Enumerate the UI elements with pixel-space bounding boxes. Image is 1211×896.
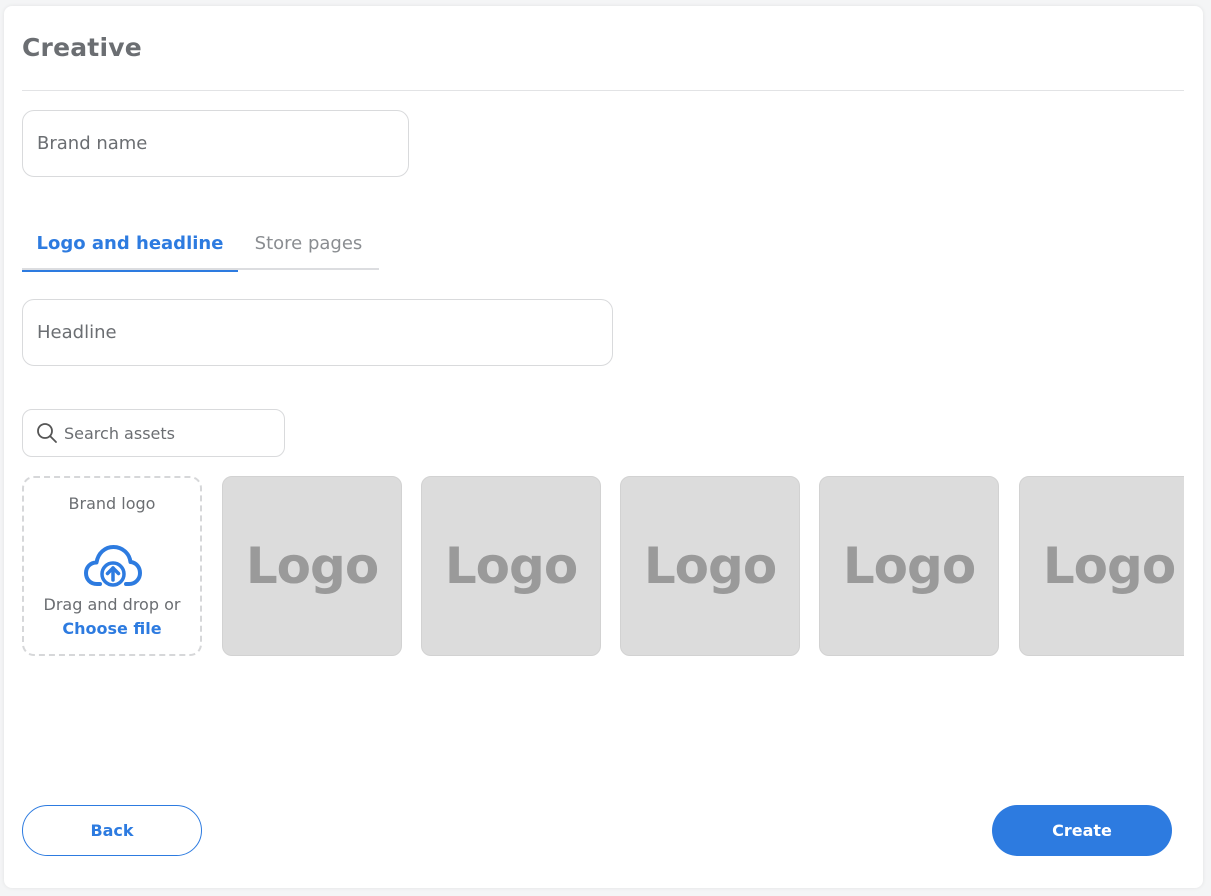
logo-placeholder-text: Logo	[1042, 537, 1176, 595]
search-assets-input[interactable]	[64, 423, 264, 443]
logo-placeholder-text: Logo	[444, 537, 578, 595]
search-icon	[37, 423, 57, 443]
logo-placeholder-text: Logo	[643, 537, 777, 595]
divider	[22, 90, 1184, 91]
creative-card: Creative Logo and headline Store pages B…	[4, 6, 1203, 888]
brand-name-input[interactable]	[23, 133, 408, 154]
logo-asset-tile[interactable]: Logo	[222, 476, 402, 656]
back-button[interactable]: Back	[22, 805, 202, 856]
headline-field[interactable]	[22, 299, 613, 366]
choose-file-link[interactable]: Choose file	[24, 619, 200, 638]
section-title: Creative	[22, 33, 142, 62]
upload-title: Brand logo	[68, 494, 156, 513]
logo-asset-tile[interactable]: Logo	[620, 476, 800, 656]
logo-asset-tile[interactable]: Logo	[1019, 476, 1184, 656]
create-button[interactable]: Create	[992, 805, 1172, 856]
brand-name-field[interactable]	[22, 110, 409, 177]
logo-asset-tile[interactable]: Logo	[819, 476, 999, 656]
headline-input[interactable]	[23, 322, 612, 343]
tab-store-pages[interactable]: Store pages	[238, 217, 379, 270]
tab-logo-and-headline[interactable]: Logo and headline	[22, 217, 238, 272]
drag-drop-text: Drag and drop or	[43, 595, 181, 614]
logo-asset-tile[interactable]: Logo	[421, 476, 601, 656]
logo-placeholder-text: Logo	[842, 537, 976, 595]
search-assets-box[interactable]	[22, 409, 285, 457]
logo-placeholder-text: Logo	[245, 537, 379, 595]
asset-gallery: Brand logo Drag and drop or Choose file …	[22, 476, 1184, 657]
brand-logo-upload[interactable]: Brand logo Drag and drop or Choose file	[22, 476, 202, 656]
cloud-upload-icon	[84, 545, 142, 587]
tab-bar: Logo and headline Store pages	[22, 217, 379, 272]
